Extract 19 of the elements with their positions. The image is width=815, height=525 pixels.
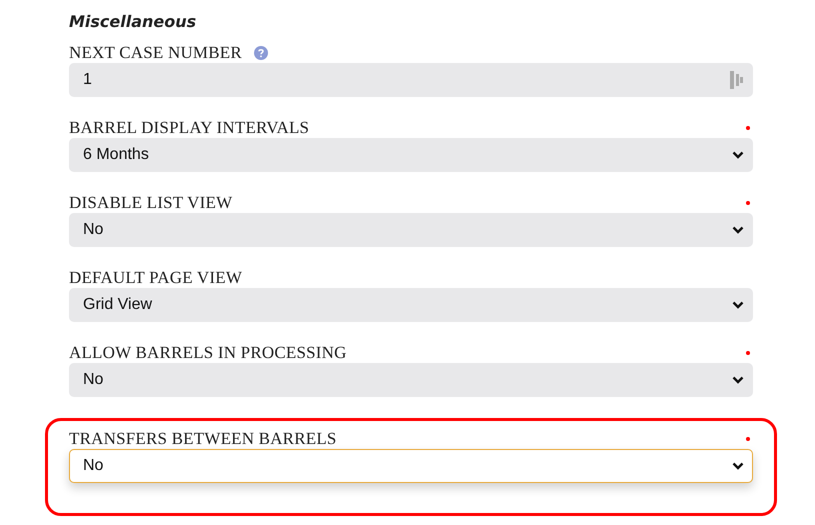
field-label: ALLOW BARRELS IN PROCESSING: [69, 343, 347, 363]
chevron-down-icon: [732, 301, 744, 309]
dropdown[interactable]: Grid View: [69, 288, 753, 322]
help-icon[interactable]: [254, 46, 268, 60]
chevron-down-icon: [732, 376, 744, 384]
chevron-down-icon: [732, 226, 744, 234]
field-label: DISABLE LIST VIEW: [69, 193, 232, 213]
chevron-down-icon: [732, 151, 744, 159]
input-field[interactable]: 1: [69, 63, 753, 97]
field-label: DEFAULT PAGE VIEW: [69, 268, 242, 288]
field-label: BARREL DISPLAY INTERVALS: [69, 118, 310, 138]
dropdown[interactable]: No: [69, 449, 753, 483]
chevron-down-icon: [732, 462, 744, 470]
field-label: NEXT CASE NUMBER: [69, 43, 242, 63]
section-title: Miscellaneous: [69, 12, 198, 31]
dropdown[interactable]: No: [69, 363, 753, 397]
dropdown[interactable]: 6 Months: [69, 138, 753, 172]
dropdown[interactable]: No: [69, 213, 753, 247]
field-label: TRANSFERS BETWEEN BARRELS: [69, 429, 337, 449]
